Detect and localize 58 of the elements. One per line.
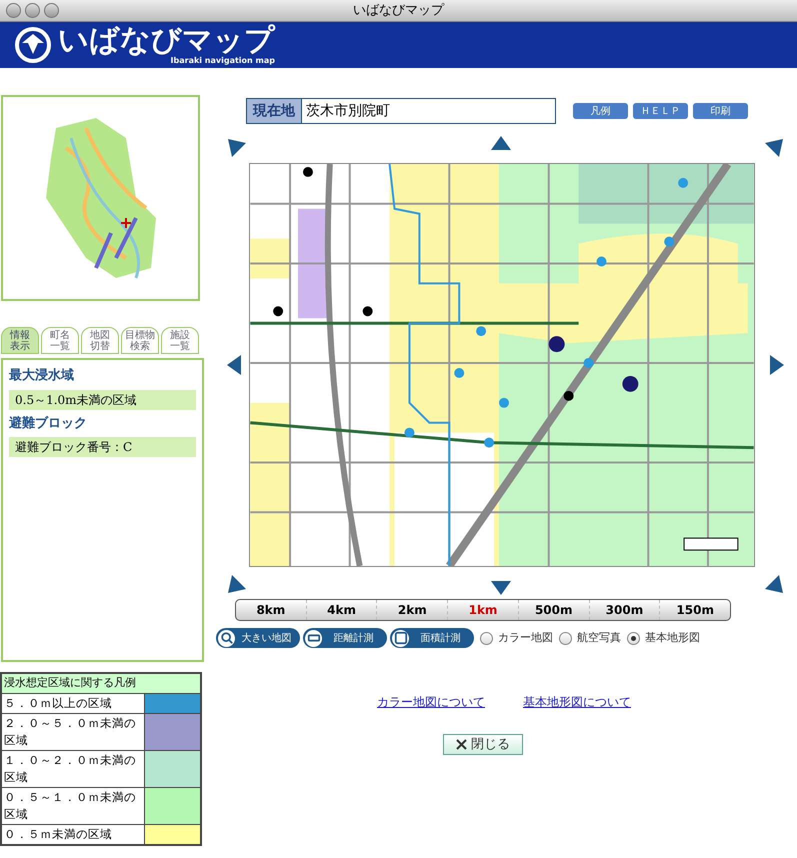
pan-down-arrow-icon[interactable] [491, 581, 511, 595]
scale-option[interactable]: 500m [518, 600, 589, 620]
app-subtitle: Ibaraki navigation map [170, 57, 275, 65]
location-value: 茨木市別院町 [305, 102, 391, 120]
scale-option[interactable]: 8km [236, 600, 306, 620]
panel-tab[interactable]: 目標物検索 [121, 327, 159, 354]
pan-down-right-arrow-icon[interactable] [765, 575, 783, 593]
map-drawing[interactable] [249, 163, 755, 567]
radio-label: 航空写真 [577, 630, 621, 646]
info-heading: 最大浸水域 [9, 367, 75, 385]
scale-option[interactable]: 300m [588, 600, 660, 620]
legend-title: 浸水想定区域に関する凡例 [1, 673, 201, 693]
tool-button[interactable]: 面積計測 [390, 628, 474, 648]
panel-tab[interactable]: 地図切替 [81, 327, 119, 354]
radio-button[interactable] [559, 632, 572, 644]
info-value: 0.5～1.0m未満の区域 [9, 390, 196, 410]
scale-option[interactable]: 1km [447, 600, 518, 620]
pan-up-right-arrow-icon[interactable] [765, 139, 783, 157]
panel-tab[interactable]: 施設一覧 [161, 327, 199, 354]
legend-label: １．０～２．０ｍ未満の区域 [1, 750, 144, 787]
radio-label: 基本地形図 [645, 630, 700, 646]
info-heading: 避難ブロック [9, 414, 88, 432]
app-logo-text: いばなびマップ [58, 25, 275, 57]
zoom-window-icon[interactable] [44, 3, 59, 18]
legend-label: ５．０ｍ以上の区域 [1, 693, 144, 713]
toolbar-button[interactable]: 印刷 [693, 103, 748, 119]
tool-button[interactable]: 大きい地図 [216, 628, 300, 648]
ruler-icon [305, 630, 322, 646]
pan-up-arrow-icon[interactable] [491, 136, 511, 150]
panel-tab[interactable]: 町名一覧 [41, 327, 79, 354]
radio-label: カラー地図 [498, 630, 553, 646]
square-icon [392, 630, 409, 646]
scale-option[interactable]: 2km [376, 600, 448, 620]
radio-button[interactable] [627, 632, 640, 644]
scale-option[interactable]: 150m [659, 600, 730, 620]
minimize-window-icon[interactable] [25, 3, 40, 18]
city-emblem-icon [14, 26, 52, 64]
pan-down-left-arrow-icon[interactable] [228, 575, 246, 593]
close-button[interactable]: 閉じる [443, 734, 523, 755]
window-title: いばなびマップ [353, 2, 444, 20]
tool-button[interactable]: 距離計測 [303, 628, 387, 648]
info-link[interactable]: カラー地図について [377, 693, 485, 711]
search-icon [218, 630, 235, 646]
legend-label: ２．０～５．０ｍ未満の区域 [1, 713, 144, 750]
toolbar-button[interactable]: 凡例 [573, 103, 628, 119]
location-label: 現在地 [247, 99, 302, 123]
pan-right-arrow-icon[interactable] [770, 355, 784, 375]
scale-option[interactable]: 4km [306, 600, 376, 620]
close-window-icon[interactable] [6, 3, 21, 18]
legend-label: ０．５～１．０ｍ未満の区域 [1, 787, 144, 824]
panel-tab[interactable]: 情報表示 [1, 327, 39, 354]
pan-up-left-arrow-icon[interactable] [228, 139, 246, 157]
pan-left-arrow-icon[interactable] [227, 355, 241, 375]
toolbar-button[interactable]: ＨＥＬＰ [633, 103, 688, 119]
radio-button[interactable] [480, 632, 493, 644]
info-value: 避難ブロック番号：C [9, 437, 196, 457]
close-icon [456, 739, 467, 750]
info-link[interactable]: 基本地形図について [523, 693, 631, 711]
